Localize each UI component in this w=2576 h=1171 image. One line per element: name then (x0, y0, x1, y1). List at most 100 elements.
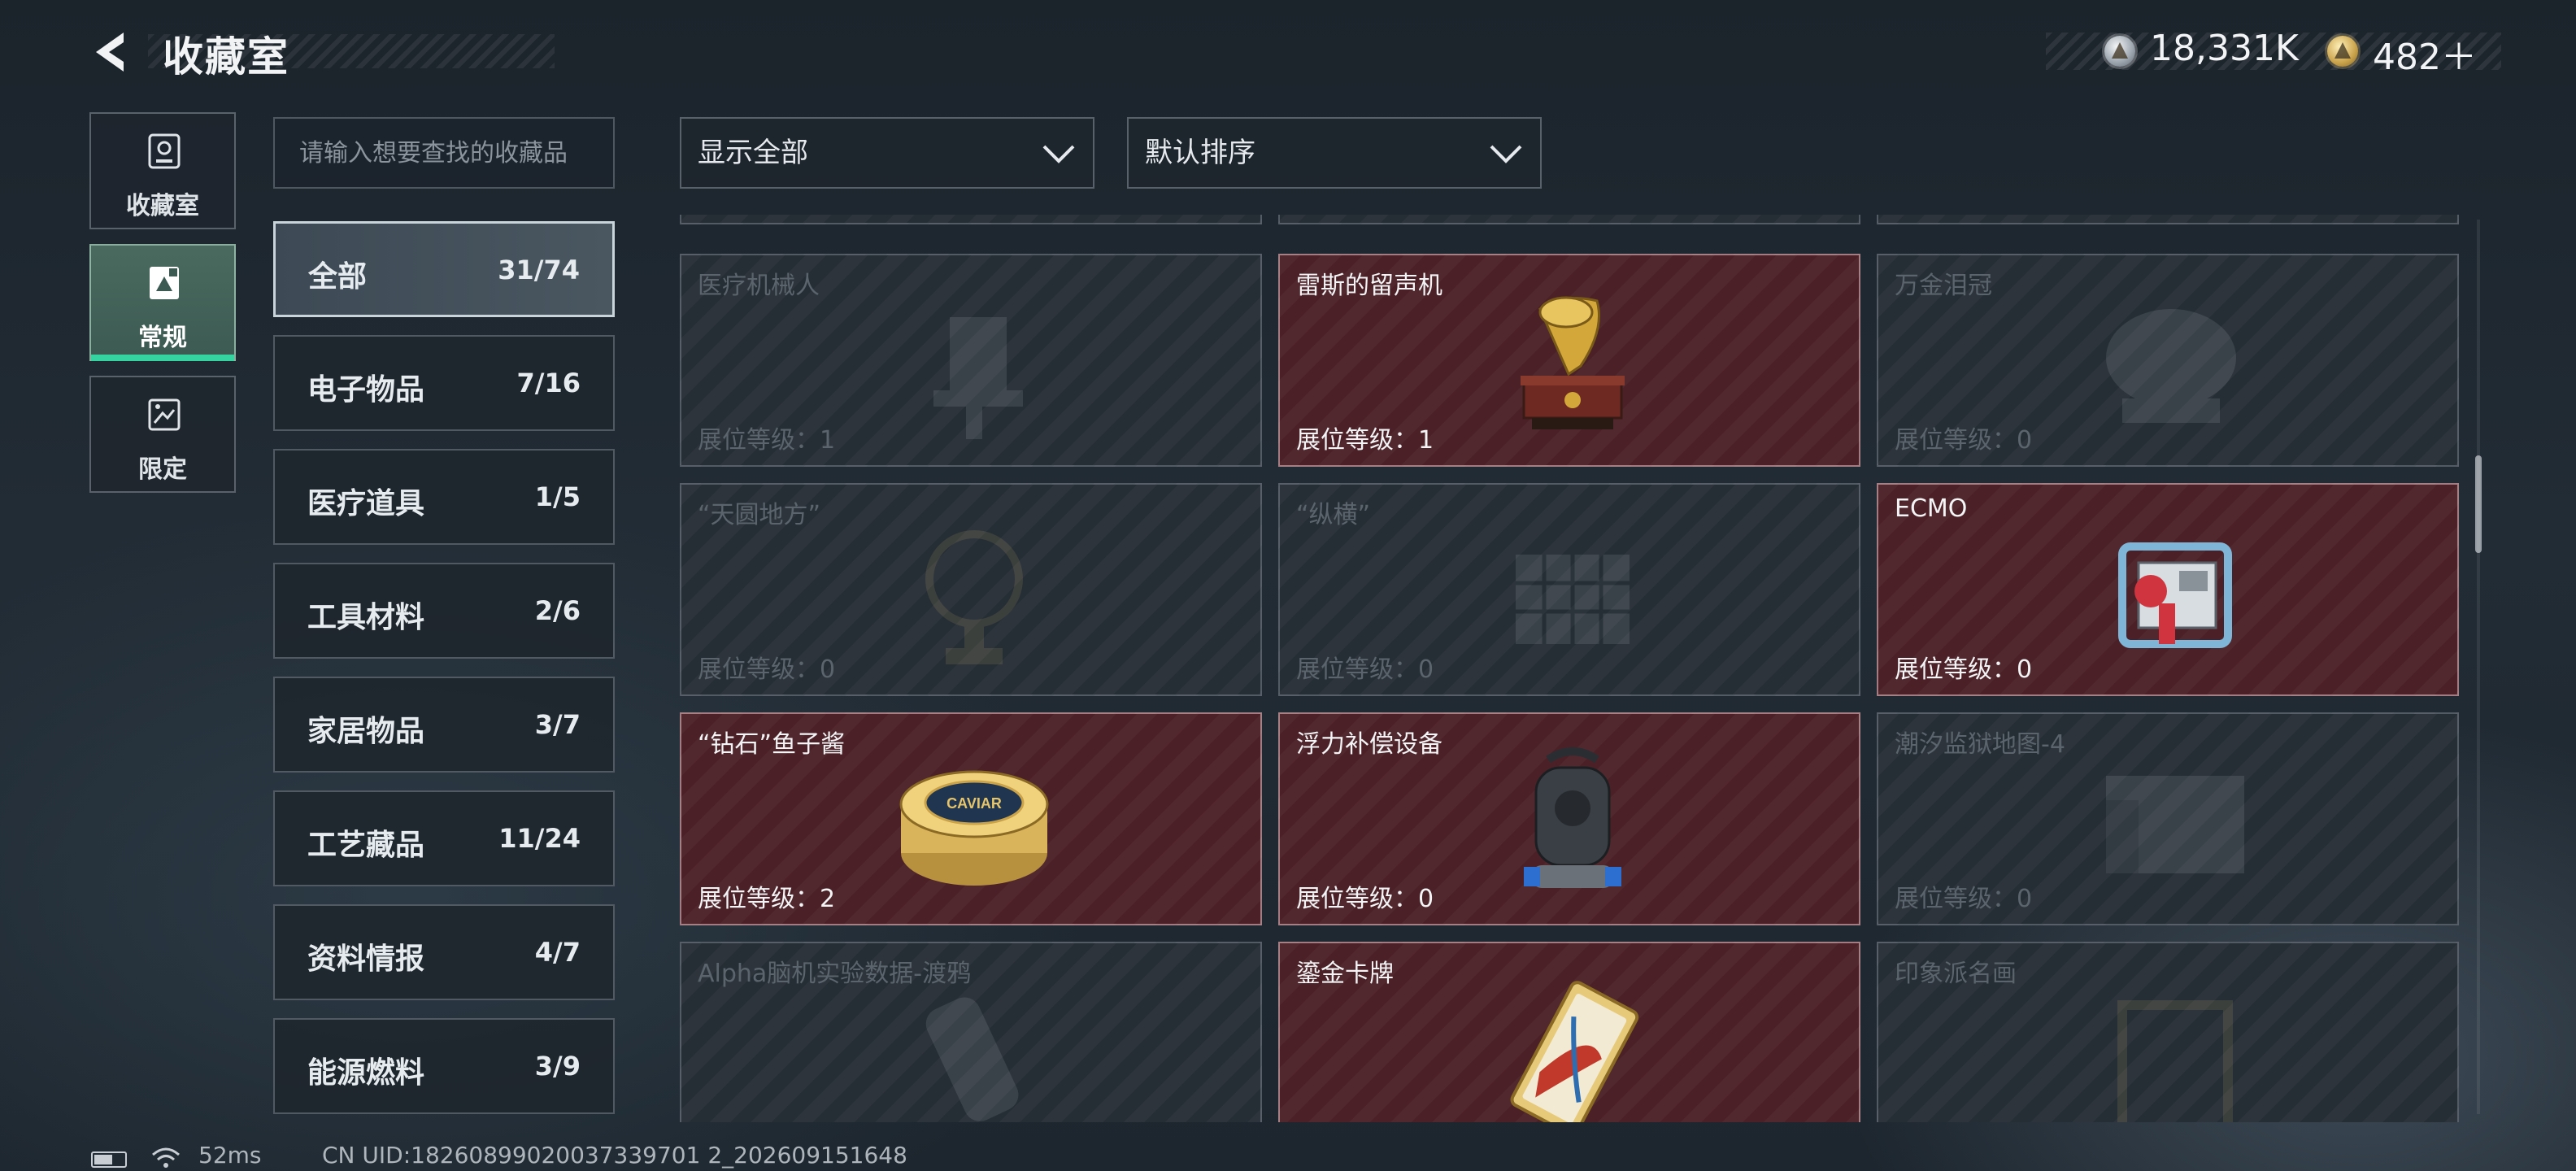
category-name: 全部 (308, 260, 368, 294)
collection-card[interactable]: 医疗机械人 展位等级：1 (680, 254, 1262, 467)
prison-map-icon (2106, 776, 2244, 873)
collection-card[interactable]: CAVIAR “钻石”鱼子酱 展位等级：2 (680, 712, 1262, 925)
category-name: 家居物品 (307, 715, 425, 748)
gold-coin-icon (2327, 36, 2358, 67)
item-level: 展位等级：0 (1895, 426, 2033, 455)
collection-card[interactable]: 万金泪冠 展位等级：0 (1877, 254, 2459, 467)
category-intel[interactable]: 资料情报 4/7 (273, 904, 615, 1000)
search-input[interactable] (273, 117, 615, 189)
page-title: 收藏室 (163, 33, 289, 81)
silver-coin-icon (2104, 36, 2135, 67)
item-name: “纵横” (1296, 501, 1371, 529)
category-medical[interactable]: 医疗道具 1/5 (273, 449, 615, 545)
category-all[interactable]: 全部 31/74 (273, 221, 615, 317)
medical-robot-icon (933, 317, 1023, 439)
sort-value: 默认排序 (1145, 137, 1255, 169)
caviar-tin-icon: CAVIAR (899, 770, 1049, 886)
item-name: 浮力补偿设备 (1296, 730, 1442, 759)
nav-label: 限定 (138, 455, 187, 484)
nav-active-indicator (91, 355, 234, 361)
item-name: 潮汐监狱地图-4 (1895, 730, 2065, 759)
collection-card[interactable]: “纵横” 展位等级：0 (1278, 483, 1860, 696)
grid-scrollbar-thumb[interactable] (2475, 455, 2482, 553)
category-count: 11/24 (498, 823, 581, 854)
nav-label: 收藏室 (126, 192, 199, 220)
nav-limited[interactable]: 限定 (89, 376, 236, 493)
regular-icon (150, 267, 179, 299)
category-count: 4/7 (534, 937, 581, 968)
back-arrow-icon[interactable] (88, 28, 137, 76)
battery-icon (91, 1151, 127, 1168)
item-level: 展位等级：1 (698, 426, 836, 455)
category-energy[interactable]: 能源燃料 3/9 (273, 1018, 615, 1114)
category-count: 31/74 (498, 255, 580, 285)
caviar-label: CAVIAR (946, 795, 1002, 812)
buoyancy-device-icon (1524, 747, 1621, 888)
item-name: Alpha脑机实验数据-渡鸦 (698, 960, 972, 988)
item-level: 展位等级：0 (1895, 655, 2033, 684)
category-crafts[interactable]: 工艺藏品 11/24 (273, 790, 615, 886)
sort-dropdown[interactable]: 默认排序 (1127, 117, 1542, 189)
category-count: 3/7 (534, 709, 581, 740)
silver-currency-amount: 18,331K (2150, 28, 2299, 69)
chevron-down-icon (1490, 145, 1522, 163)
data-device-icon (925, 997, 1019, 1121)
item-level: 展位等级：0 (1895, 885, 2033, 913)
category-name: 能源燃料 (307, 1056, 425, 1090)
gilded-card-icon (1510, 981, 1639, 1122)
grid-scrollbar-track[interactable] (2477, 220, 2480, 1114)
wifi-icon (152, 1147, 180, 1168)
item-name: 鎏金卡牌 (1296, 960, 1394, 988)
item-name: 雷斯的留声机 (1296, 272, 1442, 300)
display-filter-dropdown[interactable]: 显示全部 (680, 117, 1094, 189)
collection-card-partial (1877, 215, 2459, 224)
painting-icon (2117, 1000, 2233, 1122)
collection-card[interactable]: 印象派名画 (1877, 942, 2459, 1122)
category-count: 1/5 (534, 481, 581, 512)
collection-card[interactable]: 雷斯的留声机 展位等级：1 (1278, 254, 1860, 467)
item-level: 展位等级：0 (1296, 885, 1434, 913)
globe-trophy-icon (925, 530, 1023, 664)
nav-collection-room[interactable]: 收藏室 (89, 112, 236, 229)
item-level: 展位等级：0 (698, 655, 836, 684)
tear-crown-icon (2106, 309, 2236, 423)
collection-grid[interactable]: 医疗机械人 展位等级：1 雷斯的留声机 展位等级：1 万金泪冠 展位等级：0 “… (680, 215, 2469, 1122)
category-name: 资料情报 (307, 942, 425, 976)
chevron-down-icon (1042, 145, 1075, 163)
item-name: 万金泪冠 (1895, 272, 1992, 300)
display-filter-value: 显示全部 (698, 137, 808, 169)
item-name: 印象派名画 (1895, 960, 2017, 988)
gold-currency-amount[interactable]: 482＋ (2373, 28, 2477, 80)
chessboard-icon (1516, 555, 1630, 644)
category-household[interactable]: 家居物品 3/7 (273, 677, 615, 773)
collection-card[interactable]: ECMO 展位等级：0 (1877, 483, 2459, 696)
nav-label: 常规 (138, 324, 187, 352)
collection-card[interactable]: “天圆地方” 展位等级：0 (680, 483, 1262, 696)
collection-card-partial (1278, 215, 1860, 224)
category-name: 医疗道具 (307, 487, 425, 520)
collection-card[interactable]: 鎏金卡牌 (1278, 942, 1860, 1122)
category-name: 电子物品 (307, 373, 425, 407)
collection-card-partial (680, 215, 1262, 224)
item-level: 展位等级：1 (1296, 426, 1434, 455)
category-count: 2/6 (534, 595, 581, 626)
category-count: 7/16 (516, 368, 581, 398)
nav-regular[interactable]: 常规 (89, 244, 236, 361)
collection-room-icon (148, 133, 181, 169)
collection-card[interactable]: 潮汐监狱地图-4 展位等级：0 (1877, 712, 2459, 925)
ecmo-machine-icon (2118, 542, 2232, 648)
category-electronics[interactable]: 电子物品 7/16 (273, 335, 615, 431)
category-tools[interactable]: 工具材料 2/6 (273, 563, 615, 659)
item-name: ECMO (1895, 494, 1968, 523)
network-latency: 52ms (198, 1142, 262, 1169)
item-name: “天圆地方” (698, 501, 821, 529)
limited-icon (148, 398, 181, 431)
item-name: “钻石”鱼子酱 (698, 730, 846, 759)
collection-card[interactable]: Alpha脑机实验数据-渡鸦 (680, 942, 1262, 1122)
item-level: 展位等级：2 (698, 885, 836, 913)
user-uid: CN UID:18260899020037339701 2_2026091516… (322, 1142, 907, 1169)
category-count: 3/9 (534, 1051, 581, 1082)
category-name: 工艺藏品 (307, 829, 425, 862)
item-level: 展位等级：0 (1296, 655, 1434, 684)
collection-card[interactable]: 浮力补偿设备 展位等级：0 (1278, 712, 1860, 925)
